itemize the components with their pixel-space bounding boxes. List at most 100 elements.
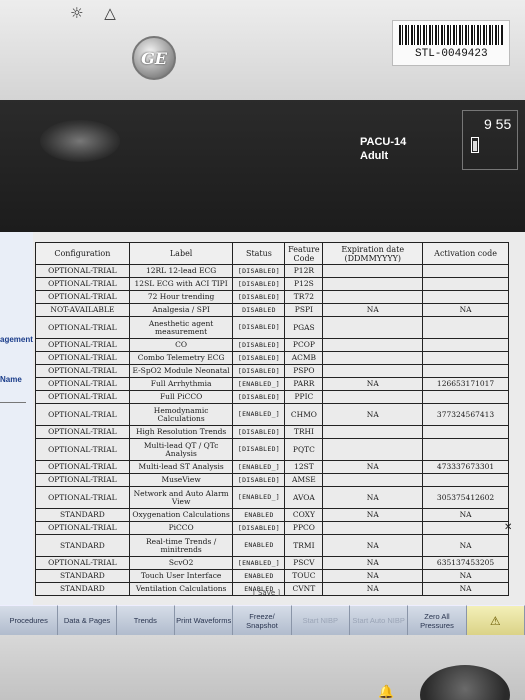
table-row[interactable]: OPTIONAL-TRIAL Full PiCCO [DISABLED] PPIC xyxy=(35,390,509,404)
table-row[interactable]: OPTIONAL-TRIAL Full Arrhythmia [ENABLED_] P… xyxy=(35,377,509,391)
feature-code-cell: TOUC xyxy=(284,569,324,583)
table-row[interactable]: OPTIONAL-TRIAL ScvO2 [ENABLED_] PSCV NA 63513… xyxy=(35,556,509,570)
activation-code-cell[interactable]: NA xyxy=(422,508,509,522)
table-row[interactable]: OPTIONAL-TRIAL Anesthetic agent measureme… xyxy=(35,316,509,339)
expiration-cell[interactable] xyxy=(322,521,424,535)
expiration-cell[interactable]: NA xyxy=(322,377,424,391)
feature-code-cell: PQTC xyxy=(284,438,324,461)
status-cell: [DISABLED] xyxy=(232,425,286,439)
activation-code-cell[interactable]: 126653171017 xyxy=(422,377,509,391)
expiration-cell[interactable] xyxy=(322,264,424,278)
activation-code-cell[interactable] xyxy=(422,390,509,404)
table-row[interactable]: OPTIONAL-TRIAL Hemodynamic Calculations [E… xyxy=(35,403,509,426)
col-header-label: Label xyxy=(128,242,234,265)
expiration-cell[interactable]: NA xyxy=(322,303,424,317)
activation-code-cell[interactable]: 377324567413 xyxy=(422,403,509,426)
alarm-button[interactable]: ⚠ xyxy=(466,605,525,635)
activation-code-cell[interactable] xyxy=(422,521,509,535)
procedures-button[interactable]: Procedures xyxy=(0,605,59,635)
expiration-cell[interactable] xyxy=(322,438,424,461)
expiration-cell[interactable]: NA xyxy=(322,556,424,570)
expiration-cell[interactable] xyxy=(322,290,424,304)
trends-button[interactable]: Trends xyxy=(116,605,175,635)
table-row[interactable]: OPTIONAL-TRIAL Combo Telemetry ECG [DISABL… xyxy=(35,351,509,365)
table-row[interactable]: OPTIONAL-TRIAL 72 Hour trending [DISABLED]… xyxy=(35,290,509,304)
activation-code-cell[interactable]: 305375412602 xyxy=(422,486,509,509)
expiration-cell[interactable] xyxy=(322,473,424,487)
activation-code-cell[interactable] xyxy=(422,277,509,291)
table-row[interactable]: OPTIONAL-TRIAL Multi-lead QT / QTc Analys… xyxy=(35,438,509,461)
activation-code-cell[interactable]: 635137453205 xyxy=(422,556,509,570)
feature-code-cell: TRMI xyxy=(284,534,324,557)
table-row[interactable]: OPTIONAL-TRIAL Multi-lead ST Analysis [ENA… xyxy=(35,460,509,474)
start-nibp-button[interactable]: Start NIBP xyxy=(291,605,350,635)
activation-code-cell[interactable]: 473337673301 xyxy=(422,460,509,474)
feature-code-cell: TR72 xyxy=(284,290,324,304)
sidebar-label-name[interactable]: Name xyxy=(0,375,22,384)
asset-tag: STL-0049423 xyxy=(415,48,488,60)
table-row[interactable]: OPTIONAL-TRIAL MuseView [DISABLED] AMSE xyxy=(35,473,509,487)
freeze-snapshot-button[interactable]: Freeze/ Snapshot xyxy=(233,605,292,635)
label-cell: MuseView xyxy=(128,473,234,487)
activation-code-cell[interactable]: NA xyxy=(422,569,509,583)
patient-header: PACU-14 Adult 9 55 xyxy=(0,100,525,232)
expiration-cell[interactable]: NA xyxy=(322,486,424,509)
table-row[interactable]: STANDARD Touch User Interface ENABLED TOUC N… xyxy=(35,569,509,583)
col-header-status: Status xyxy=(232,242,286,265)
activation-code-cell[interactable] xyxy=(422,364,509,378)
activation-code-cell[interactable] xyxy=(422,264,509,278)
activation-code-cell[interactable] xyxy=(422,438,509,461)
col-header-feature-code: Feature Code xyxy=(284,242,324,265)
expiration-cell[interactable] xyxy=(322,277,424,291)
activation-code-cell[interactable] xyxy=(422,425,509,439)
sidebar-label-management[interactable]: agement xyxy=(0,335,33,344)
activation-code-cell[interactable] xyxy=(422,290,509,304)
activation-code-cell[interactable] xyxy=(422,338,509,352)
trim-knob[interactable] xyxy=(420,665,510,700)
status-cell: [ENABLED_] xyxy=(232,403,286,426)
scroll-indicator-icon[interactable]: ✕ xyxy=(504,522,512,533)
start-auto-nibp-button[interactable]: Start Auto NIBP xyxy=(349,605,409,635)
table-row[interactable]: STANDARD Oxygenation Calculations ENABLED C… xyxy=(35,508,509,522)
activation-code-cell[interactable] xyxy=(422,473,509,487)
save-button[interactable]: [ Save ] xyxy=(253,589,280,597)
table-row[interactable]: OPTIONAL-TRIAL 12RL 12-lead ECG [DISABLED]… xyxy=(35,264,509,278)
table-row[interactable]: OPTIONAL-TRIAL 12SL ECG with ACI TIPI [DIS… xyxy=(35,277,509,291)
expiration-cell[interactable]: NA xyxy=(322,403,424,426)
table-row[interactable]: OPTIONAL-TRIAL PiCCO [DISABLED] PPCO xyxy=(35,521,509,535)
expiration-cell[interactable] xyxy=(322,316,424,339)
expiration-cell[interactable]: NA xyxy=(322,460,424,474)
feature-code-cell: AVOA xyxy=(284,486,324,509)
expiration-cell[interactable] xyxy=(322,338,424,352)
expiration-cell[interactable] xyxy=(322,351,424,365)
configuration-cell: OPTIONAL-TRIAL xyxy=(35,277,130,291)
bed-name: PACU-14 xyxy=(360,136,407,148)
bed-info[interactable]: PACU-14 Adult xyxy=(352,130,462,176)
expiration-cell[interactable] xyxy=(322,390,424,404)
data-pages-button[interactable]: Data & Pages xyxy=(58,605,117,635)
activation-code-cell[interactable]: NA xyxy=(422,303,509,317)
expiration-cell[interactable]: NA xyxy=(322,534,424,557)
label-cell: Network and Auto Alarm View xyxy=(128,486,234,509)
feature-code-cell: COXY xyxy=(284,508,324,522)
zero-all-pressures-button[interactable]: Zero All Pressures xyxy=(408,605,467,635)
expiration-cell[interactable] xyxy=(322,364,424,378)
expiration-cell[interactable]: NA xyxy=(322,582,424,596)
activation-code-cell[interactable] xyxy=(422,316,509,339)
activation-code-cell[interactable]: NA xyxy=(422,582,509,596)
expiration-cell[interactable]: NA xyxy=(322,569,424,583)
activation-code-cell[interactable]: NA xyxy=(422,534,509,557)
expiration-cell[interactable]: NA xyxy=(322,508,424,522)
activation-code-cell[interactable] xyxy=(422,351,509,365)
table-row[interactable]: OPTIONAL-TRIAL High Resolution Trends [DIS… xyxy=(35,425,509,439)
expiration-cell[interactable] xyxy=(322,425,424,439)
table-row[interactable]: NOT-AVAILABLE Analgesia / SPI DISABLED PSPI… xyxy=(35,303,509,317)
table-row[interactable]: STANDARD Real-time Trends / minitrends ENA… xyxy=(35,534,509,557)
table-row[interactable]: OPTIONAL-TRIAL E-SpO2 Module Neonatal [DIS… xyxy=(35,364,509,378)
print-waveforms-button[interactable]: Print Waveforms xyxy=(174,605,234,635)
table-row[interactable]: OPTIONAL-TRIAL CO [DISABLED] PCOP xyxy=(35,338,509,352)
table-row[interactable]: OPTIONAL-TRIAL Network and Auto Alarm Vie… xyxy=(35,486,509,509)
label-cell: Oxygenation Calculations xyxy=(128,508,234,522)
status-cell: ENABLED xyxy=(232,569,286,583)
label-cell: Full Arrhythmia xyxy=(128,377,234,391)
